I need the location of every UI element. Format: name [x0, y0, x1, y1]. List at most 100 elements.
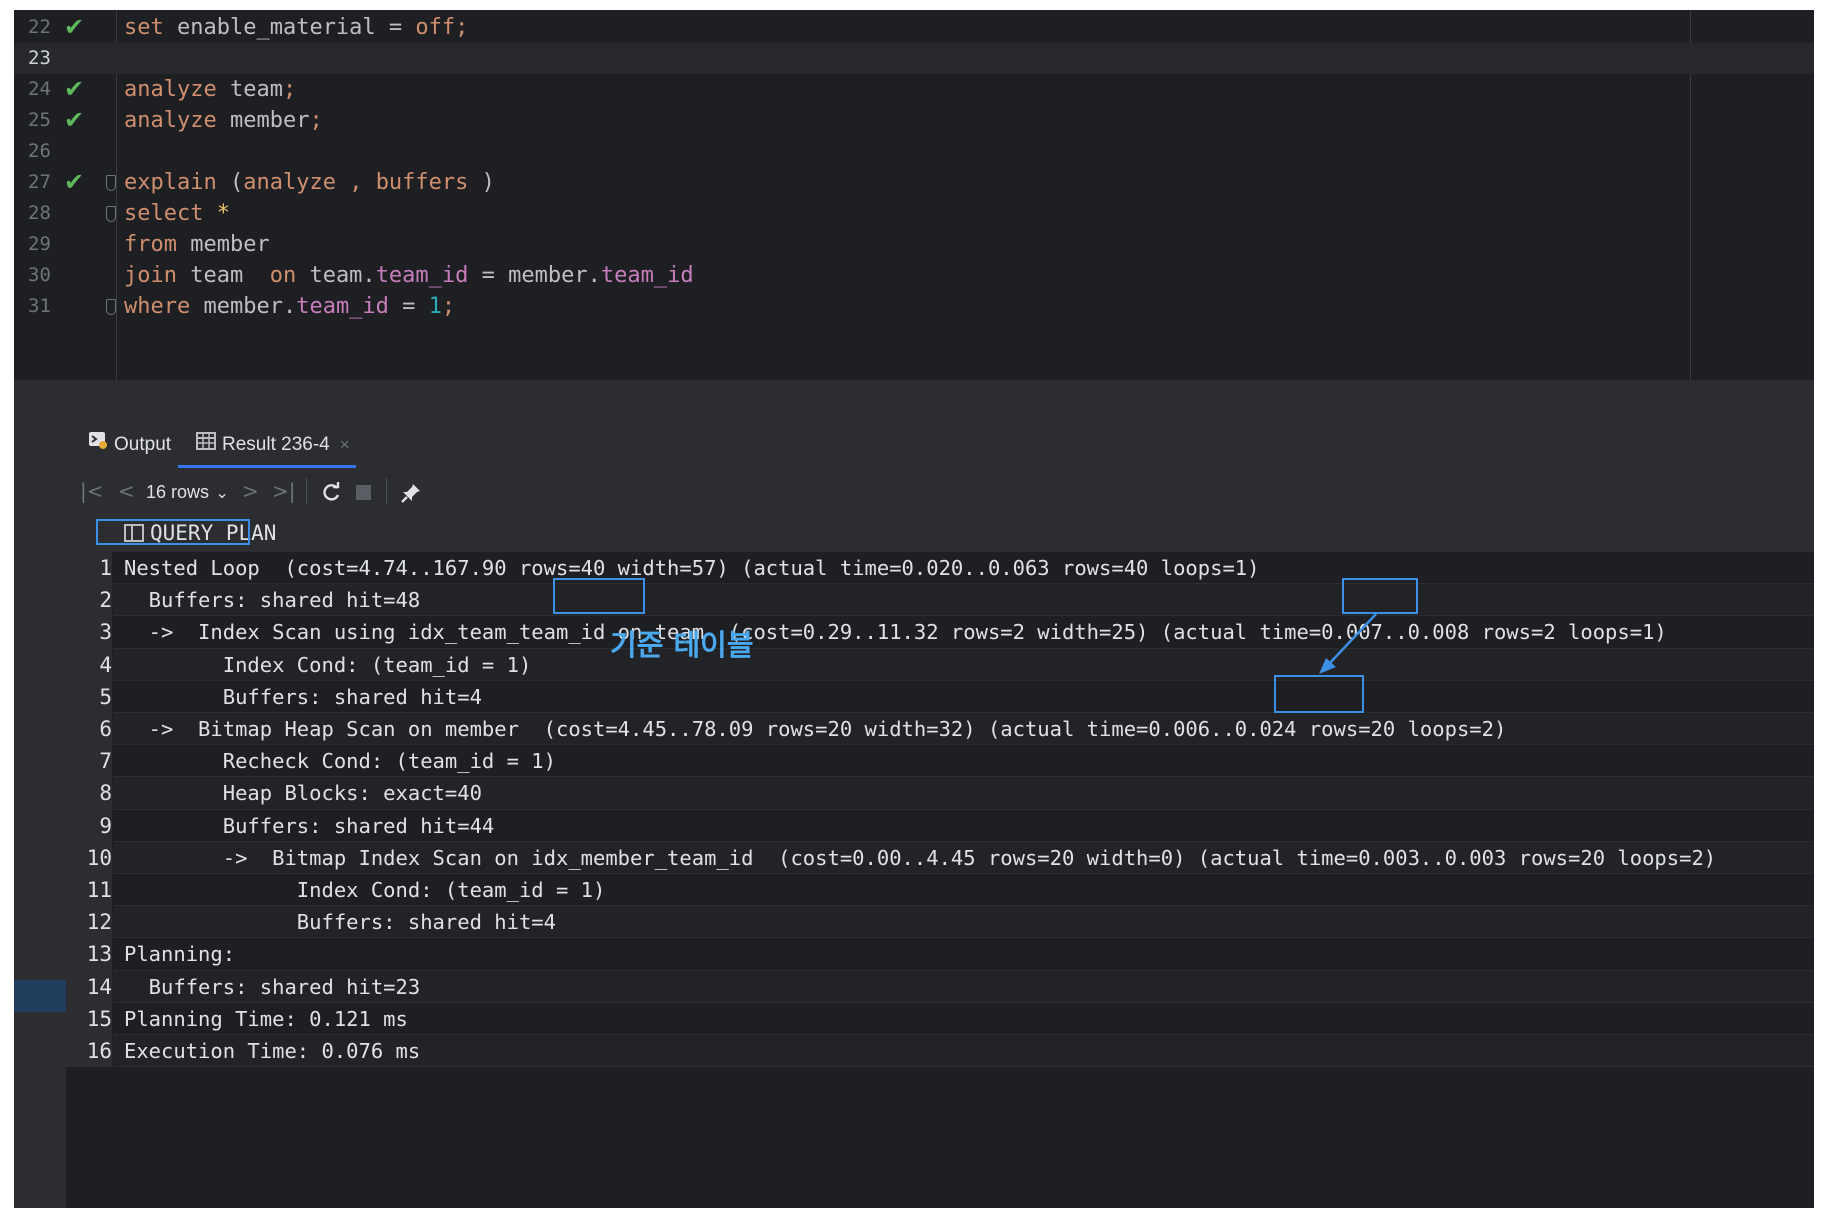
line-number: 22 — [28, 16, 51, 38]
rows-count-dropdown[interactable]: 16 rows ⌄ — [146, 468, 229, 514]
table-row[interactable]: 8 Heap Blocks: exact=40 — [66, 777, 1814, 810]
row-number[interactable]: 13 — [66, 938, 113, 971]
code-token: on — [269, 263, 297, 288]
row-number[interactable]: 8 — [66, 777, 113, 810]
query-plan-cell[interactable]: Buffers: shared hit=23 — [124, 971, 421, 1003]
row-number[interactable]: 1 — [66, 552, 113, 585]
row-number[interactable]: 15 — [66, 1002, 113, 1035]
query-plan-cell[interactable]: Buffers: shared hit=44 — [124, 810, 495, 842]
fold-marker-icon[interactable] — [106, 175, 116, 191]
query-plan-cell[interactable]: Buffers: shared hit=48 — [124, 584, 421, 616]
code-token: = member. — [468, 263, 601, 288]
code-line[interactable]: 22 ✔ set enable_material = off; — [14, 12, 1814, 43]
row-number[interactable]: 14 — [66, 970, 113, 1003]
query-plan-cell[interactable]: -> Bitmap Heap Scan on member (cost=4.45… — [124, 713, 1507, 745]
query-plan-cell[interactable]: -> Bitmap Index Scan on idx_member_team_… — [124, 842, 1716, 874]
tab-result[interactable]: Result 236-4 × — [178, 422, 356, 468]
table-row[interactable]: 3 -> Index Scan using idx_team_team_id o… — [66, 616, 1814, 649]
sql-editor[interactable]: 22 ✔ set enable_material = off; 23 24 ✔ analyz… — [14, 10, 1814, 380]
table-row[interactable]: 15 Planning Time: 0.121 ms — [66, 1002, 1814, 1035]
code-token: from — [124, 232, 177, 257]
query-plan-cell[interactable]: Nested Loop (cost=4.74..167.90 rows=40 w… — [124, 552, 1259, 584]
annotation-box-loops — [1274, 675, 1364, 713]
fold-marker-icon[interactable] — [106, 299, 116, 315]
row-number[interactable]: 11 — [66, 874, 113, 907]
code-line[interactable]: 27 ✔ explain (analyze , buffers ) — [14, 167, 1814, 198]
query-plan-cell[interactable]: Index Cond: (team_id = 1) — [124, 874, 606, 906]
toolbar-separator — [306, 478, 307, 504]
table-row[interactable]: 4 Index Cond: (team_id = 1) — [66, 648, 1814, 681]
query-plan-cell[interactable]: Buffers: shared hit=4 — [124, 681, 482, 713]
annotation-box-nested-loop — [96, 519, 250, 545]
code-token: analyze — [124, 108, 217, 133]
row-number[interactable]: 6 — [66, 713, 113, 746]
line-number: 31 — [28, 295, 51, 317]
code-line[interactable]: 29 from member — [14, 229, 1814, 260]
query-plan-cell[interactable]: Planning: — [124, 938, 235, 970]
code-token: ; — [455, 15, 469, 40]
table-icon — [196, 422, 216, 468]
code-token: 1 — [428, 294, 442, 319]
table-row[interactable]: 9 Buffers: shared hit=44 — [66, 809, 1814, 842]
table-row[interactable]: 13 Planning: — [66, 938, 1814, 971]
code-token: ) — [468, 170, 495, 195]
query-plan-cell[interactable]: Heap Blocks: exact=40 — [124, 777, 482, 809]
code-text: where member.team_id = 1; — [124, 291, 455, 322]
pin-icon[interactable] — [400, 468, 422, 514]
row-number[interactable]: 16 — [66, 1035, 113, 1068]
code-line[interactable]: 30 join team on team.team_id = member.tea… — [14, 260, 1814, 291]
table-row[interactable]: 2 Buffers: shared hit=48 — [66, 584, 1814, 617]
row-number[interactable]: 12 — [66, 906, 113, 939]
code-line[interactable]: 31 where member.team_id = 1; — [14, 291, 1814, 322]
code-token: , — [349, 170, 363, 195]
query-plan-cell[interactable]: Recheck Cond: (team_id = 1) — [124, 745, 556, 777]
last-page-icon[interactable]: >| — [272, 468, 296, 514]
table-row[interactable]: 7 Recheck Cond: (team_id = 1) — [66, 745, 1814, 778]
code-token: explain — [124, 170, 217, 195]
row-number[interactable]: 9 — [66, 809, 113, 842]
code-token: where — [124, 294, 191, 319]
refresh-icon[interactable] — [320, 468, 342, 514]
code-text: explain (analyze , buffers ) — [124, 167, 495, 198]
tab-output[interactable]: Output — [88, 422, 171, 468]
table-row[interactable]: 10 -> Bitmap Index Scan on idx_member_te… — [66, 841, 1814, 874]
row-number[interactable]: 4 — [66, 648, 113, 681]
code-line[interactable]: 28 select * — [14, 198, 1814, 229]
console-icon — [88, 422, 108, 468]
stop-icon[interactable] — [356, 468, 371, 514]
table-row[interactable]: 11 Index Cond: (team_id = 1) — [66, 874, 1814, 907]
row-number[interactable]: 10 — [66, 841, 113, 874]
fold-marker-icon[interactable] — [106, 206, 116, 222]
prev-page-icon[interactable]: < — [118, 468, 135, 514]
table-row[interactable]: 16 Execution Time: 0.076 ms — [66, 1035, 1814, 1068]
annotation-label: 기준 테이블 — [610, 628, 754, 662]
query-plan-cell[interactable]: Planning Time: 0.121 ms — [124, 1003, 408, 1035]
code-line[interactable]: 24 ✔ analyze team; — [14, 74, 1814, 105]
code-token: team — [176, 263, 270, 288]
table-row[interactable]: 1 Nested Loop (cost=4.74..167.90 rows=40 … — [66, 552, 1814, 585]
code-line[interactable]: 26 — [14, 136, 1814, 167]
query-plan-cell[interactable]: Execution Time: 0.076 ms — [124, 1035, 420, 1067]
row-number[interactable]: 7 — [66, 745, 113, 778]
results-grid[interactable]: QUERY PLAN 1 Nested Loop (cost=4.74..167.… — [66, 514, 1814, 1208]
code-line[interactable]: 25 ✔ analyze member; — [14, 105, 1814, 136]
row-number[interactable]: 5 — [66, 680, 113, 713]
table-row[interactable]: 6 -> Bitmap Heap Scan on member (cost=4.… — [66, 713, 1814, 746]
line-number: 28 — [28, 202, 51, 224]
query-plan-cell[interactable]: Index Cond: (team_id = 1) — [124, 649, 532, 681]
first-page-icon[interactable]: |< — [80, 468, 104, 514]
table-row[interactable]: 12 Buffers: shared hit=4 — [66, 906, 1814, 939]
code-line[interactable]: 23 — [14, 43, 1814, 74]
line-number: 24 — [28, 78, 51, 100]
query-plan-cell[interactable]: Buffers: shared hit=4 — [124, 906, 556, 938]
row-number[interactable]: 3 — [66, 616, 113, 649]
next-page-icon[interactable]: > — [242, 468, 259, 514]
table-row[interactable]: 14 Buffers: shared hit=23 — [66, 970, 1814, 1003]
line-number: 27 — [28, 171, 51, 193]
query-plan-cell[interactable]: -> Index Scan using idx_team_team_id on … — [124, 616, 1667, 648]
close-tab-icon[interactable]: × — [340, 435, 350, 454]
row-number[interactable]: 2 — [66, 584, 113, 617]
table-row[interactable]: 5 Buffers: shared hit=4 — [66, 680, 1814, 713]
